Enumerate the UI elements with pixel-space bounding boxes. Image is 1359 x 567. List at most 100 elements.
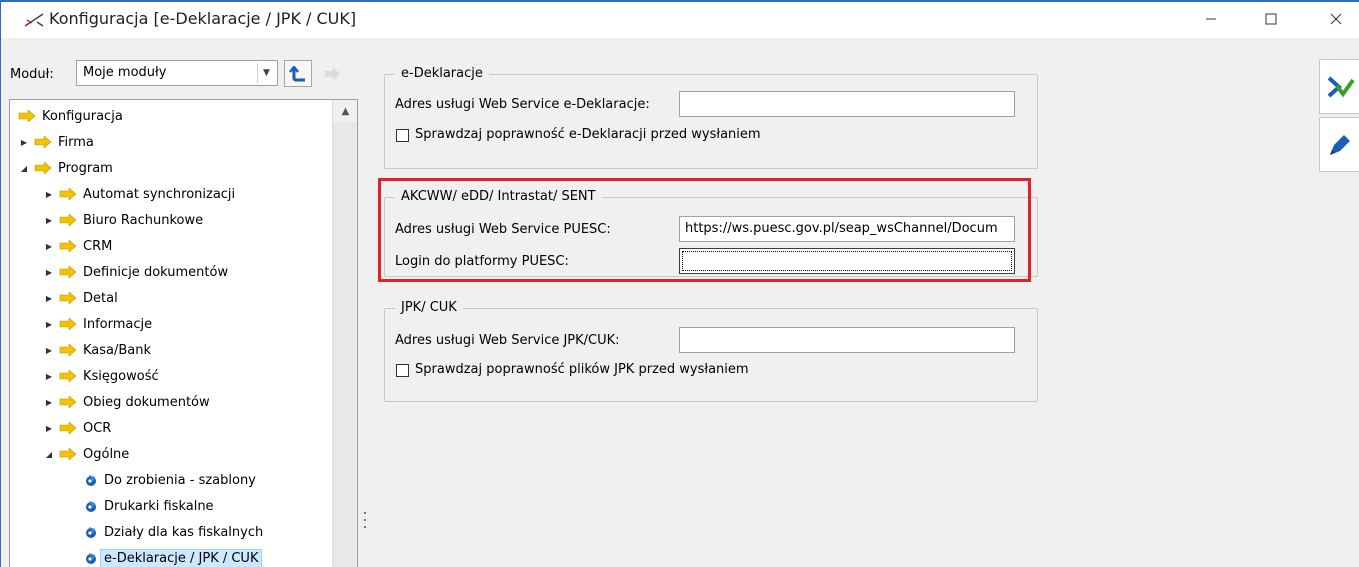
- expand-icon[interactable]: ▶: [43, 396, 55, 408]
- group-title-jpk: JPK/ CUK: [395, 300, 463, 315]
- tree-item-label: Kasa/Bank: [83, 342, 152, 358]
- tree-item[interactable]: ▶ Obieg dokumentów: [10, 389, 333, 415]
- module-label: Moduł:: [10, 67, 54, 82]
- expand-icon[interactable]: ▶: [43, 370, 55, 382]
- tree-item-label: Księgowość: [83, 368, 159, 384]
- close-button[interactable]: [1311, 2, 1359, 36]
- tree-item-label: Biuro Rachunkowe: [83, 212, 204, 228]
- expand-icon[interactable]: ▶: [18, 136, 30, 148]
- config-tree[interactable]: Konfiguracja ▶ Firma ◢ Program ▶ Automat synch…: [9, 99, 358, 567]
- tree-item[interactable]: ▶ CRM: [10, 233, 333, 259]
- tree-item-label: e-Deklaracje / JPK / CUK: [100, 548, 263, 567]
- tree-scrollbar[interactable]: ▲: [332, 100, 357, 567]
- expand-icon[interactable]: ▶: [43, 318, 55, 330]
- pen-icon: [1330, 134, 1350, 155]
- edeklaracje-address-input[interactable]: [679, 91, 1015, 117]
- tree-item[interactable]: Działy dla kas fiskalnych: [10, 519, 333, 545]
- splitter-handle[interactable]: [363, 510, 367, 530]
- maximize-button[interactable]: [1246, 2, 1296, 36]
- forward-button[interactable]: [318, 60, 346, 87]
- folder-arrow-icon: [59, 448, 77, 460]
- tree-item[interactable]: Konfiguracja: [10, 103, 333, 129]
- save-button[interactable]: [1319, 59, 1359, 114]
- tree-item-label: Firma: [58, 134, 94, 150]
- jpk-validate-checkbox[interactable]: [396, 364, 409, 377]
- collapse-icon[interactable]: ◢: [18, 162, 30, 174]
- minimize-icon: [1206, 18, 1216, 20]
- wand-icon: [24, 13, 44, 27]
- tree-item[interactable]: ◢ Program: [10, 155, 333, 181]
- chevron-down-icon[interactable]: ▼: [257, 63, 275, 83]
- folder-arrow-icon: [59, 422, 77, 434]
- tree-item-label: Ogólne: [83, 446, 130, 462]
- folder-arrow-icon: [59, 396, 77, 408]
- tree-item[interactable]: ▶ Definicje dokumentów: [10, 259, 333, 285]
- group-edeklaracje: e-Deklaracje: [384, 66, 1038, 169]
- group-jpk: JPK/ CUK: [384, 300, 1038, 402]
- window-title: Konfiguracja [e-Deklaracje / JPK / CUK]: [49, 9, 357, 28]
- title-bar[interactable]: Konfiguracja [e-Deklaracje / JPK / CUK]: [1, 2, 1359, 38]
- expand-icon[interactable]: ▶: [43, 188, 55, 200]
- settings-leaf-icon: [86, 501, 96, 512]
- tree-item[interactable]: ◢ Ogólne: [10, 441, 333, 467]
- module-select-value: Moje moduły: [83, 65, 167, 80]
- expand-icon[interactable]: ▶: [43, 240, 55, 252]
- tree-item-label: Obieg dokumentów: [83, 394, 210, 410]
- jpk-address-input[interactable]: [679, 327, 1015, 353]
- maximize-icon: [1265, 13, 1277, 25]
- tree-item[interactable]: ▶ Informacje: [10, 311, 333, 337]
- scroll-up-icon[interactable]: ▲: [333, 100, 357, 122]
- tree-item[interactable]: ▶ Automat synchronizacji: [10, 181, 333, 207]
- tree-item-label: Program: [58, 160, 113, 176]
- folder-arrow-icon: [34, 136, 52, 148]
- tree-item-label: Automat synchronizacji: [83, 186, 236, 202]
- back-button[interactable]: [284, 60, 312, 87]
- tree-item[interactable]: ▶ Księgowość: [10, 363, 333, 389]
- tree-item[interactable]: ▶ Biuro Rachunkowe: [10, 207, 333, 233]
- settings-leaf-icon: [86, 553, 96, 564]
- folder-arrow-icon: [59, 266, 77, 278]
- folder-arrow-icon: [18, 110, 36, 122]
- tree-item[interactable]: ▶ Firma: [10, 129, 333, 155]
- tree-item-label: Konfiguracja: [42, 108, 123, 124]
- group-title-edeklaracje: e-Deklaracje: [395, 66, 489, 81]
- minimize-button[interactable]: [1186, 2, 1236, 36]
- tree-item-label: Detal: [83, 290, 118, 306]
- tree-item[interactable]: e-Deklaracje / JPK / CUK: [10, 545, 333, 567]
- edeklaracje-validate-checkbox[interactable]: [396, 129, 409, 142]
- folder-arrow-icon: [59, 318, 77, 330]
- expand-icon[interactable]: ▶: [43, 214, 55, 226]
- expand-icon[interactable]: ▶: [43, 344, 55, 356]
- edeklaracje-validate-label: Sprawdzaj poprawność e-Deklaracji przed …: [415, 127, 761, 142]
- save-icon: [1327, 76, 1355, 97]
- tree-item-label: Definicje dokumentów: [83, 264, 229, 280]
- expand-icon[interactable]: ▶: [43, 422, 55, 434]
- tree-item-label: CRM: [83, 238, 113, 254]
- tree-item[interactable]: Drukarki fiskalne: [10, 493, 333, 519]
- tree-item-label: Do zrobienia - szablony: [104, 472, 256, 488]
- module-select[interactable]: Moje moduły ▼: [76, 60, 278, 86]
- folder-arrow-icon: [59, 188, 77, 200]
- close-icon: [1330, 13, 1342, 25]
- highlight-box: [378, 178, 1031, 282]
- tree-item[interactable]: Do zrobienia - szablony: [10, 467, 333, 493]
- folder-arrow-icon: [34, 162, 52, 174]
- expand-icon[interactable]: ▶: [43, 292, 55, 304]
- collapse-icon[interactable]: ◢: [43, 448, 55, 460]
- folder-arrow-icon: [59, 240, 77, 252]
- settings-leaf-icon: [86, 475, 96, 486]
- back-arrow-icon: [289, 65, 305, 81]
- folder-arrow-icon: [59, 214, 77, 226]
- tree-item[interactable]: ▶ OCR: [10, 415, 333, 441]
- tree-item[interactable]: ▶ Detal: [10, 285, 333, 311]
- tree-item[interactable]: ▶ Kasa/Bank: [10, 337, 333, 363]
- jpk-validate-label: Sprawdzaj poprawność plików JPK przed wy…: [415, 362, 749, 377]
- expand-icon[interactable]: ▶: [43, 266, 55, 278]
- edeklaracje-address-label: Adres usługi Web Service e-Deklaracje:: [395, 97, 650, 112]
- folder-arrow-icon: [59, 370, 77, 382]
- folder-arrow-icon: [59, 344, 77, 356]
- edit-button[interactable]: [1319, 117, 1359, 172]
- tree-item-label: Działy dla kas fiskalnych: [104, 524, 264, 540]
